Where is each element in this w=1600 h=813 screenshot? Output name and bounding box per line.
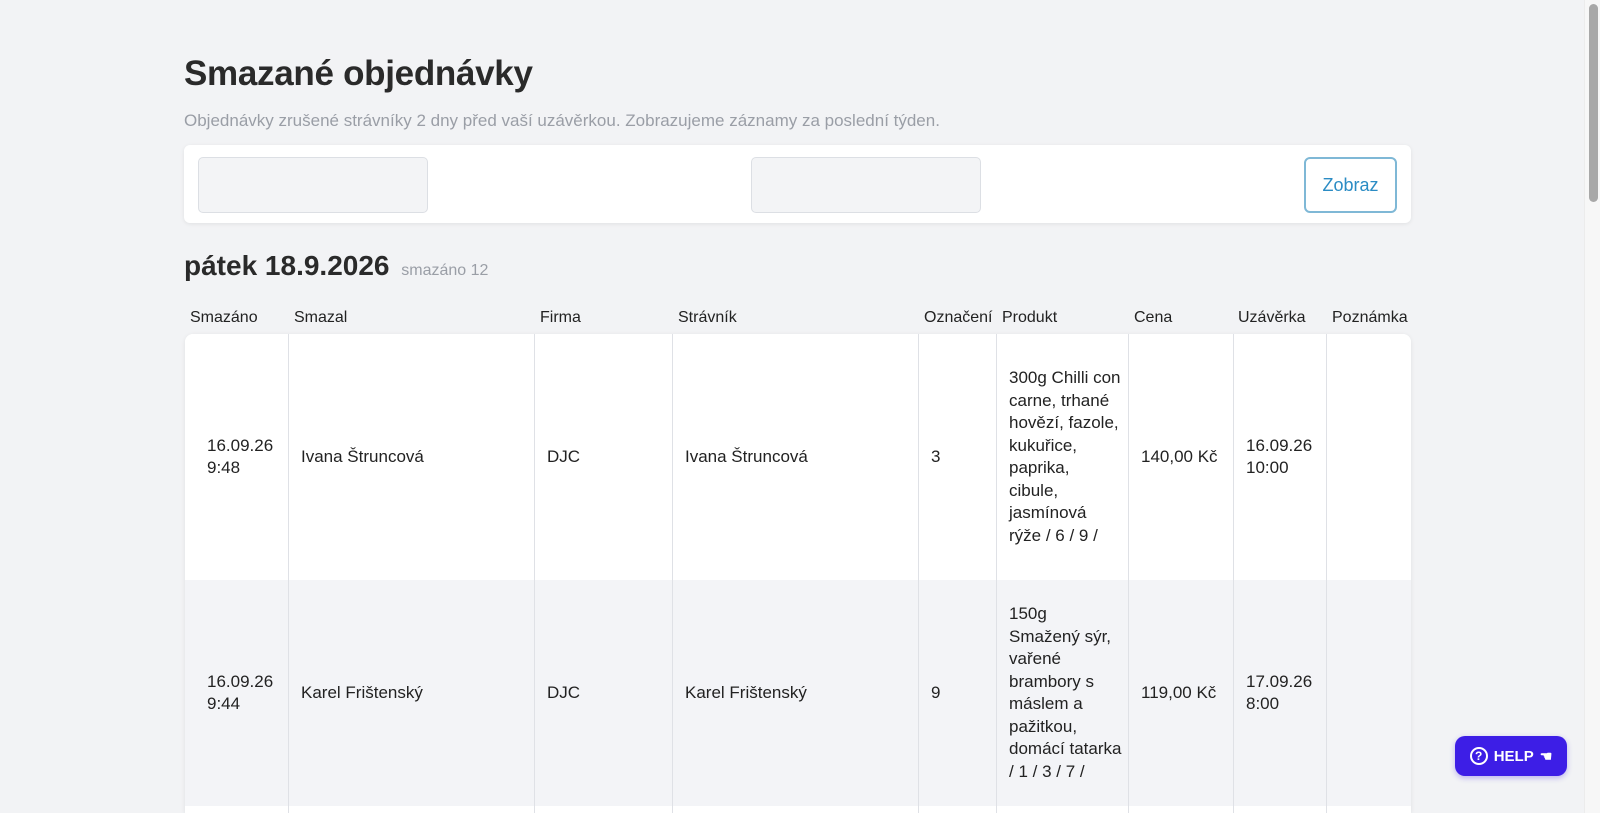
col-header-mark: Označení <box>924 309 993 326</box>
pointing-hand-icon: ☚ <box>1539 747 1553 764</box>
cell-deleted: 16.09.26 9:48 <box>185 334 289 580</box>
cell-note <box>1327 580 1411 806</box>
cell-empty <box>289 806 535 813</box>
cell-empty <box>919 806 997 813</box>
cell-price: 140,00 Kč <box>1129 334 1234 580</box>
page: Smazané objednávky Objednávky zrušené st… <box>0 0 1600 813</box>
cell-empty <box>535 806 673 813</box>
col-header-note: Poznámka <box>1332 309 1408 326</box>
orders-table: 16.09.26 9:48 Ivana Štruncová DJC Ivana Š… <box>185 334 1411 813</box>
help-button[interactable]: ? HELP ☚ <box>1455 736 1567 776</box>
col-header-deleted-by: Smazal <box>294 309 348 326</box>
col-header-product: Produkt <box>1002 309 1058 326</box>
col-header-price: Cena <box>1134 309 1173 326</box>
question-circle-icon: ? <box>1469 747 1488 765</box>
col-header-diner: Strávník <box>678 309 737 326</box>
cell-deleted: 16.09.26 9:44 <box>185 580 289 806</box>
cell-note <box>1327 334 1411 580</box>
day-heading: pátek 18.9.2026 smazáno 12 <box>184 250 488 282</box>
col-header-deleted: Smazáno <box>190 309 258 326</box>
cell-deadline: 16.09.26 10:00 <box>1234 334 1327 580</box>
page-subtitle: Objednávky zrušené strávníky 2 dny před … <box>184 111 940 130</box>
cell-company: DJC <box>535 334 673 580</box>
page-title: Smazané objednávky <box>184 54 533 93</box>
cell-price: 119,00 Kč <box>1129 580 1234 806</box>
cell-product: 300g Chilli con carne, trhané hovězí, fa… <box>997 334 1129 580</box>
cell-diner: Ivana Štruncová <box>673 334 919 580</box>
date-to-input[interactable] <box>751 157 981 213</box>
cell-empty <box>1327 806 1411 813</box>
scrollbar-thumb[interactable] <box>1589 4 1598 202</box>
cell-deadline: 17.09.26 8:00 <box>1234 580 1327 806</box>
cell-mark: 9 <box>919 580 997 806</box>
day-date: pátek 18.9.2026 <box>184 250 390 281</box>
table-row <box>185 806 1411 813</box>
cell-diner: Karel Frištenský <box>673 580 919 806</box>
filter-card: Zobraz <box>184 145 1411 223</box>
scrollbar[interactable] <box>1584 0 1600 813</box>
help-label: HELP <box>1493 747 1534 765</box>
cell-empty <box>673 806 919 813</box>
cell-mark: 3 <box>919 334 997 580</box>
cell-empty <box>1234 806 1327 813</box>
date-from-input[interactable] <box>198 157 428 213</box>
cell-deleted-by: Karel Frištenský <box>289 580 535 806</box>
col-header-deadline: Uzávěrka <box>1238 309 1306 326</box>
col-header-company: Firma <box>540 309 581 326</box>
day-deleted-count: smazáno 12 <box>401 262 489 279</box>
table-row: 16.09.26 9:44 Karel Frištenský DJC Karel … <box>185 580 1411 806</box>
cell-company: DJC <box>535 580 673 806</box>
table-header: Smazáno Smazal Firma Strávník Označení P… <box>184 309 1411 329</box>
cell-empty <box>997 806 1129 813</box>
cell-product: 150g Smažený sýr, vařené brambory s másl… <box>997 580 1129 806</box>
cell-empty <box>1129 806 1234 813</box>
cell-deleted-by: Ivana Štruncová <box>289 334 535 580</box>
cell-empty <box>185 806 289 813</box>
table-row: 16.09.26 9:48 Ivana Štruncová DJC Ivana Š… <box>185 334 1411 580</box>
show-button[interactable]: Zobraz <box>1304 157 1397 213</box>
